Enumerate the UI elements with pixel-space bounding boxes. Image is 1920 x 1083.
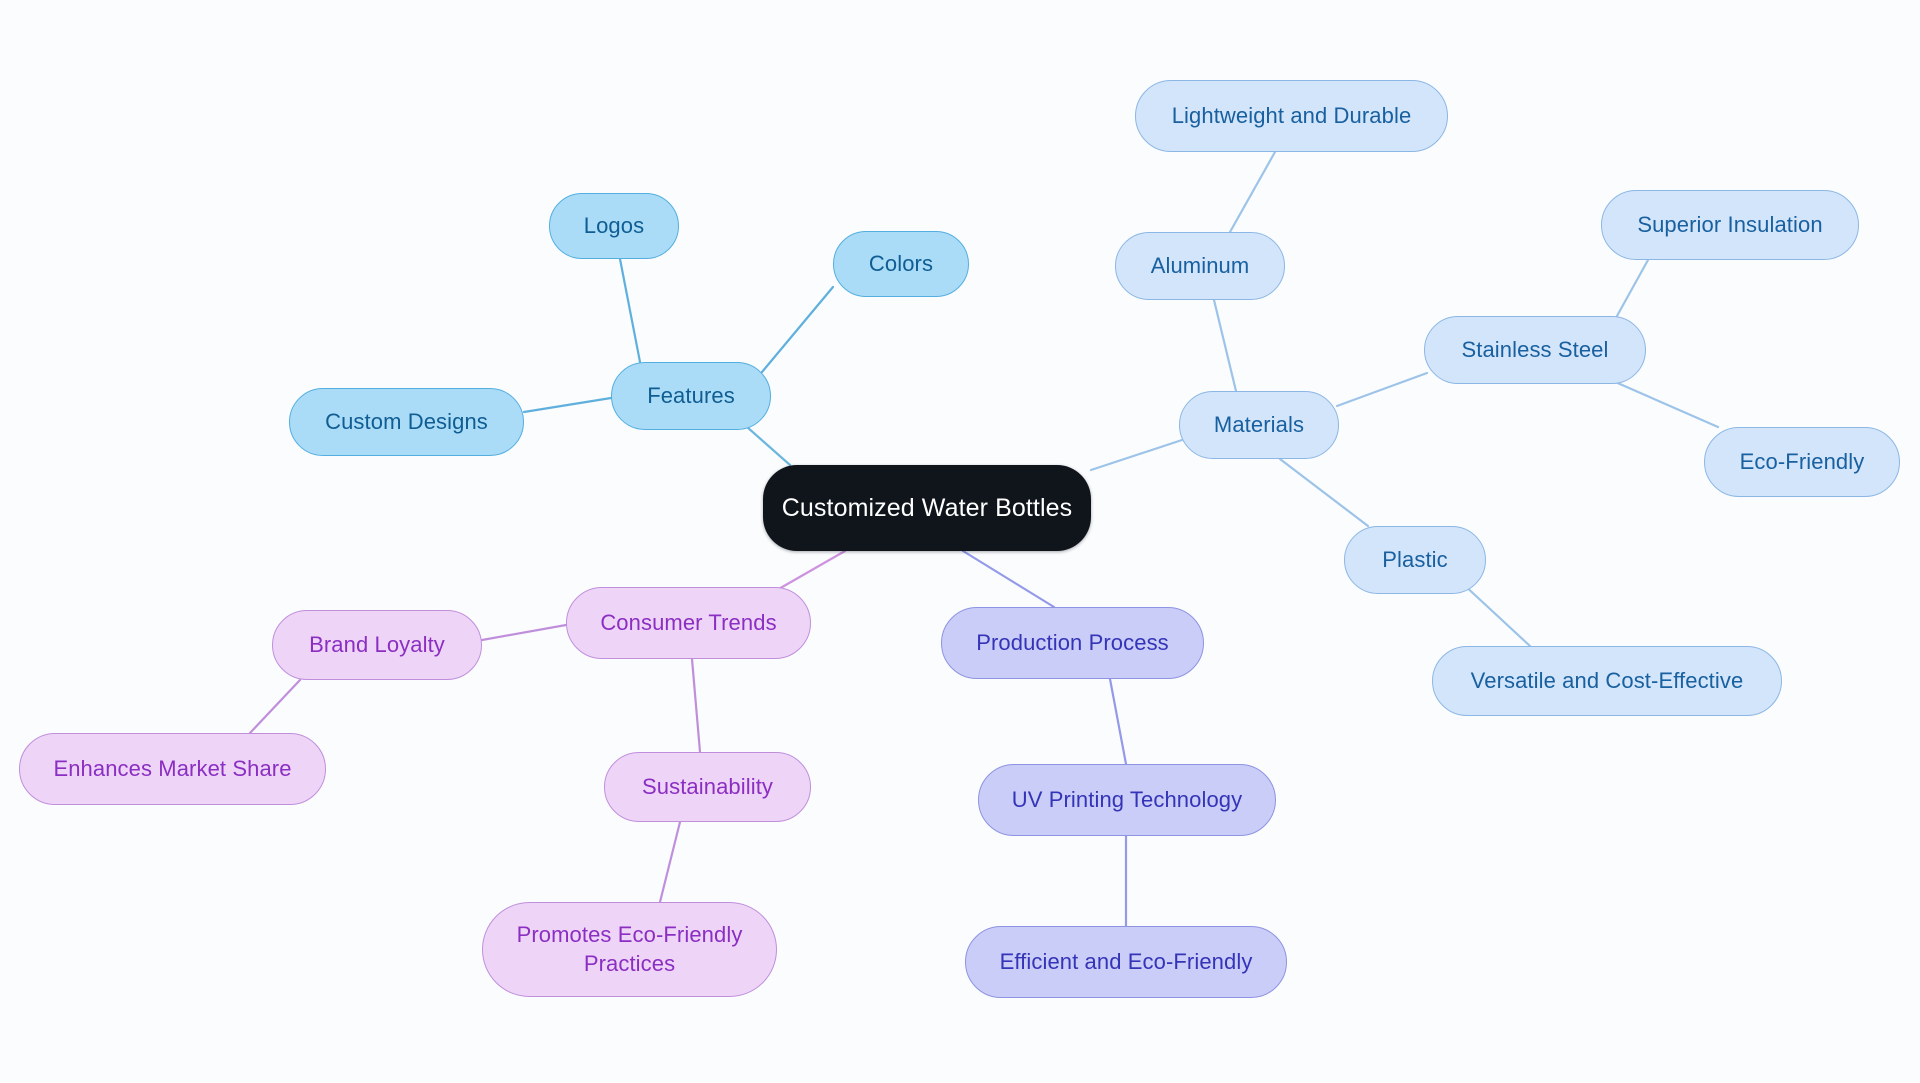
edge-stainless-to-eco-friendly [1611, 379, 1720, 429]
mindmap-node-logos[interactable]: Logos [549, 193, 679, 259]
edge-consumer-to-brand-loyalty [480, 623, 568, 642]
mindmap-node-insulation[interactable]: Superior Insulation [1601, 190, 1859, 260]
edge-consumer-to-sustainability [690, 657, 702, 754]
mindmap-node-colors[interactable]: Colors [833, 231, 969, 297]
edge-features-to-logos [618, 257, 642, 364]
mindmap-node-stainless[interactable]: Stainless Steel [1424, 316, 1646, 384]
edge-materials-to-aluminum [1212, 298, 1238, 393]
mindmap-node-uv-printing[interactable]: UV Printing Technology [978, 764, 1276, 836]
mindmap-node-materials[interactable]: Materials [1179, 391, 1339, 459]
mindmap-node-root[interactable]: Customized Water Bottles [763, 465, 1091, 551]
edge-sustainability-to-promotes-eco [658, 820, 682, 904]
edge-aluminum-to-lightweight [1228, 150, 1277, 234]
edge-features-to-custom-designs [522, 396, 613, 414]
mindmap-node-custom-designs[interactable]: Custom Designs [289, 388, 524, 456]
edge-stainless-to-insulation [1610, 258, 1650, 327]
mindmap-node-consumer[interactable]: Consumer Trends [566, 587, 811, 659]
edge-root-to-production [961, 549, 1056, 609]
mindmap-node-features[interactable]: Features [611, 362, 771, 430]
mindmap-node-efficient[interactable]: Efficient and Eco-Friendly [965, 926, 1287, 998]
edge-production-to-uv-printing [1108, 677, 1128, 766]
mindmap-node-production[interactable]: Production Process [941, 607, 1204, 679]
mindmap-node-promotes-eco[interactable]: Promotes Eco-Friendly Practices [482, 902, 777, 997]
mindmap-node-market-share[interactable]: Enhances Market Share [19, 733, 326, 805]
mindmap-node-sustainability[interactable]: Sustainability [604, 752, 811, 822]
mindmap-node-aluminum[interactable]: Aluminum [1115, 232, 1285, 300]
edge-materials-to-stainless [1335, 371, 1429, 408]
edge-plastic-to-versatile [1460, 581, 1532, 648]
mindmap-node-eco-friendly[interactable]: Eco-Friendly [1704, 427, 1900, 497]
edge-brand-loyalty-to-market-share [248, 678, 302, 735]
mindmap-node-versatile[interactable]: Versatile and Cost-Effective [1432, 646, 1782, 716]
mindmap-canvas: Customized Water Bottles Features Logos Col… [0, 0, 1920, 1083]
edge-features-to-colors [760, 285, 835, 374]
mindmap-node-lightweight[interactable]: Lightweight and Durable [1135, 80, 1448, 152]
edge-materials-to-plastic [1278, 457, 1370, 528]
mindmap-node-plastic[interactable]: Plastic [1344, 526, 1486, 594]
mindmap-node-brand-loyalty[interactable]: Brand Loyalty [272, 610, 482, 680]
edge-root-to-materials [1089, 438, 1184, 472]
